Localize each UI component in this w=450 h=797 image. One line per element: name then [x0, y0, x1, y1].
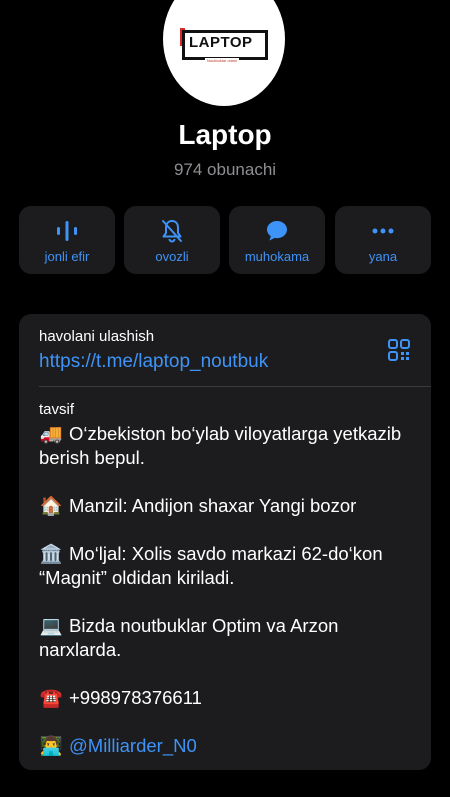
subscriber-count: 974 obunachi — [173, 160, 277, 179]
logo-text: LAPTOP — [189, 34, 253, 51]
discussion-label: muhokama — [244, 249, 310, 264]
description-line: 🏠 Manzil: Andijon shaxar Yangi bozor — [39, 495, 357, 516]
more-button[interactable]: yana — [335, 206, 431, 274]
more-icon — [335, 218, 431, 244]
info-card: havolani ulashish https://t.me/laptop_no… — [19, 314, 431, 770]
divider — [39, 386, 431, 387]
description-text: 🚚 O‘zbekiston bo‘ylab viloyatlarga yetkaz… — [39, 422, 419, 758]
chat-bubble-icon — [229, 218, 325, 244]
channel-avatar[interactable]: LAPTOP Noutbuklar olami — [163, 0, 285, 106]
truck-icon: 🚚 — [39, 423, 63, 444]
logo-box: LAPTOP Noutbuklar olami — [182, 30, 268, 63]
laptop-icon: 💻 — [39, 615, 63, 636]
more-label: yana — [368, 249, 398, 264]
house-icon: 🏠 — [39, 495, 63, 516]
mention-link[interactable]: @Milliarder_N0 — [69, 735, 197, 756]
live-stream-button[interactable]: jonli efir — [19, 206, 115, 274]
share-link-label: havolani ulashish — [39, 328, 155, 345]
qr-code-icon[interactable] — [387, 338, 411, 362]
description-line: 💻 Bizda noutbuklar Optim va Arzon narxlar… — [39, 615, 339, 660]
channel-title: Laptop — [178, 119, 272, 150]
mute-label: ovozli — [155, 249, 189, 264]
description-line: 👨‍💻 @Milliarder_N0 — [39, 734, 419, 758]
discussion-button[interactable]: muhokama — [229, 206, 325, 274]
logo-tagline: Noutbuklar olami — [205, 58, 240, 63]
live-stream-icon — [19, 218, 115, 244]
share-link[interactable]: https://t.me/laptop_noutbuk — [39, 351, 268, 373]
phone-icon: ☎️ — [39, 687, 63, 708]
action-bar: jonli efir ovozli muhokama yana — [19, 206, 431, 274]
live-stream-label: jonli efir — [44, 249, 90, 264]
landmark-icon: 🏛️ — [39, 543, 63, 564]
description-line: 🏛️ Mo‘ljal: Xolis savdo markazi 62-do‘kon… — [39, 543, 383, 588]
description-line: ☎️ +998978376611 — [39, 687, 202, 708]
bell-muted-icon — [124, 218, 220, 244]
description-label: tavsif — [39, 401, 75, 418]
mute-button[interactable]: ovozli — [124, 206, 220, 274]
technologist-icon: 👨‍💻 — [39, 735, 63, 756]
description-line: 🚚 O‘zbekiston bo‘ylab viloyatlarga yetkaz… — [39, 423, 402, 468]
